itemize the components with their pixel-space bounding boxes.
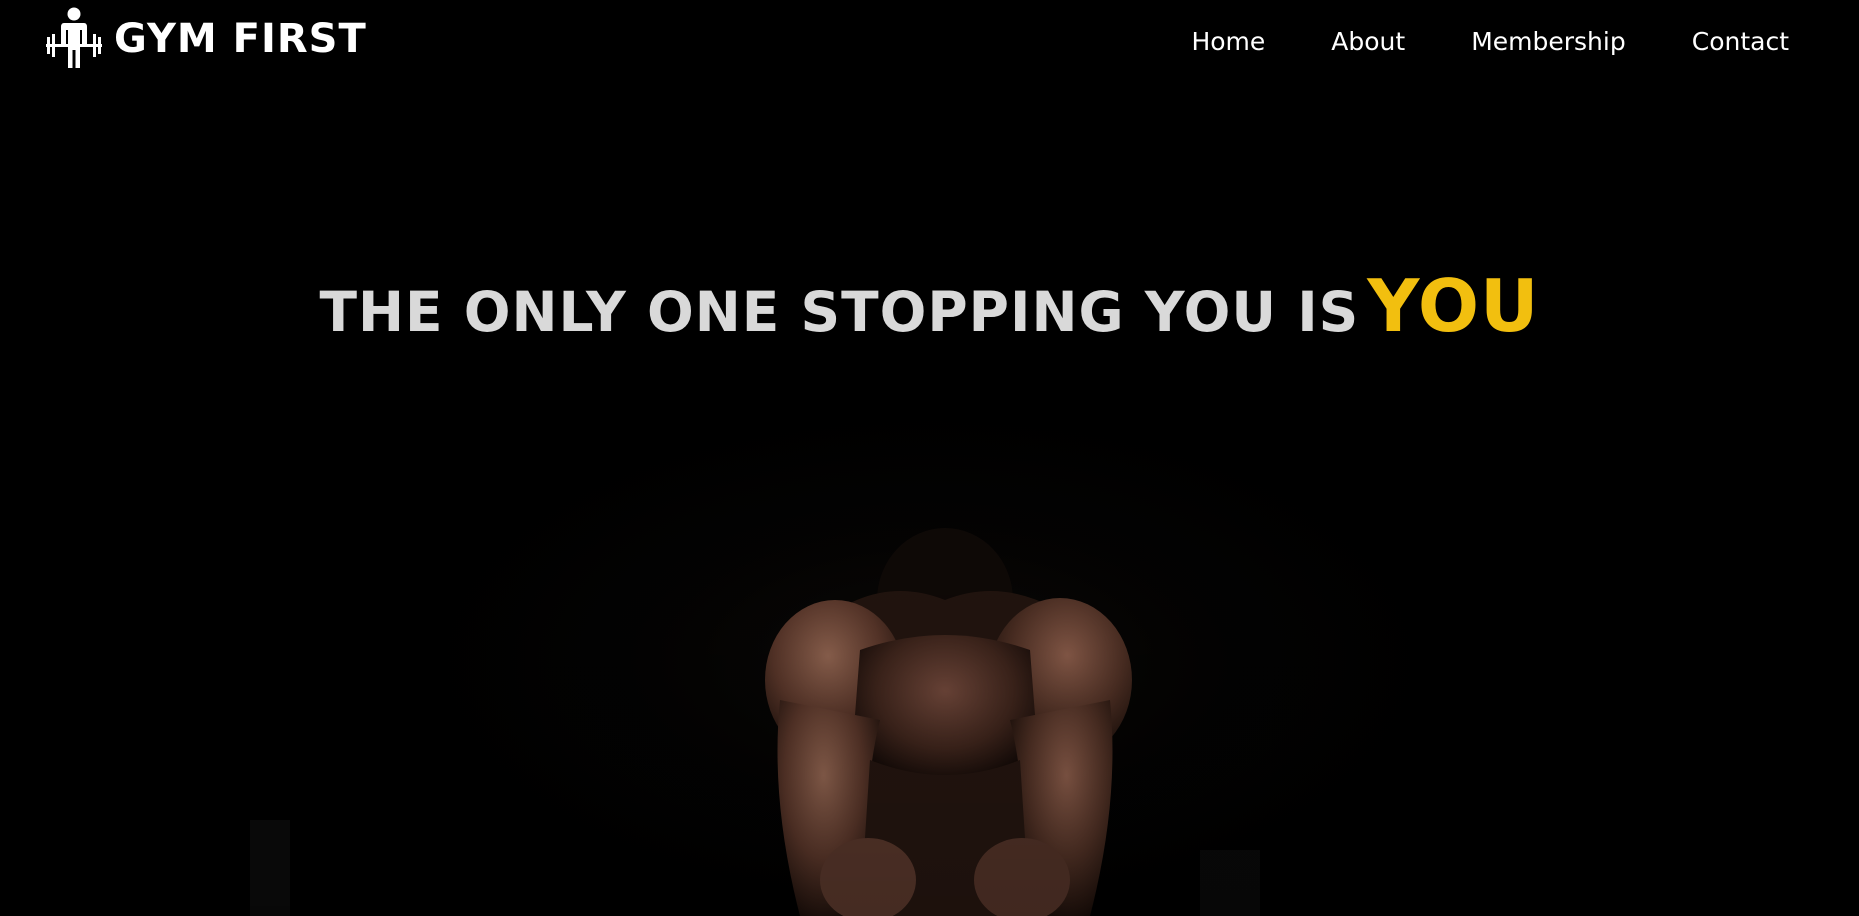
site-header: GYM FIRST Home About Membership Contact (0, 0, 1859, 84)
weightlifter-icon (46, 7, 102, 68)
brand-logo-link[interactable]: GYM FIRST (44, 6, 367, 72)
headline-main-text: THE ONLY ONE STOPPING YOU IS (319, 280, 1360, 344)
nav-link-membership[interactable]: Membership (1471, 24, 1626, 60)
hero-section: GYM FIRST Home About Membership Contact … (0, 0, 1859, 916)
nav-link-about[interactable]: About (1331, 24, 1405, 60)
headline-accent-text: YOU (1367, 264, 1540, 348)
hero-headline: THE ONLY ONE STOPPING YOU IS YOU (0, 270, 1859, 342)
nav-link-contact[interactable]: Contact (1692, 24, 1789, 60)
hero-background-photo (0, 0, 1859, 916)
nav-link-home[interactable]: Home (1191, 24, 1265, 60)
brand-name: GYM FIRST (114, 16, 367, 62)
main-nav: Home About Membership Contact (1191, 24, 1789, 60)
